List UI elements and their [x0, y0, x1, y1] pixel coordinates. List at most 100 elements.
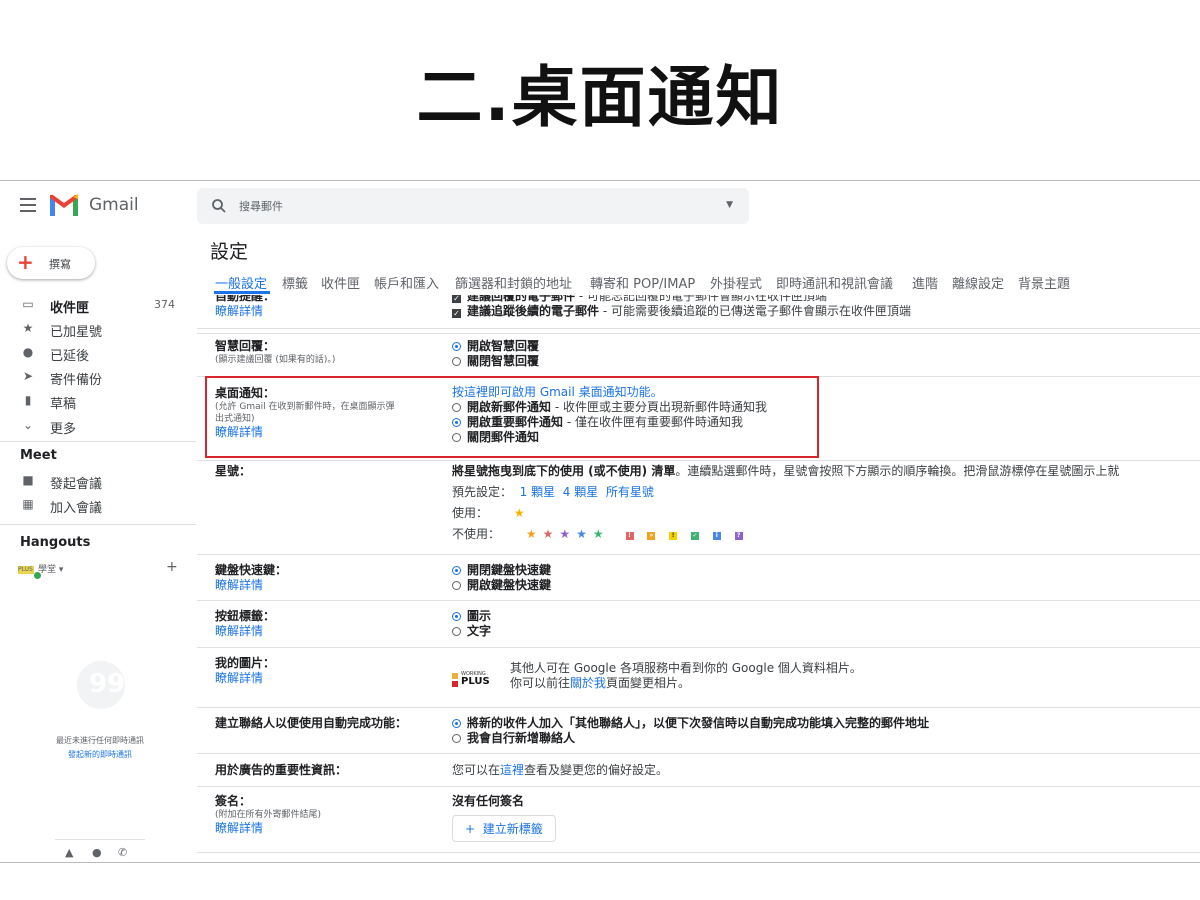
blue-info-icon[interactable]: i: [712, 532, 721, 540]
app-name: Gmail: [89, 195, 139, 215]
sidebar-item-label: 草稿: [50, 397, 77, 412]
learn-more-link[interactable]: 瞭解詳情: [215, 671, 451, 686]
yellow-bang-icon[interactable]: !: [669, 532, 678, 540]
sidebar-item-new-meeting[interactable]: ■ 發起會議: [0, 469, 190, 493]
setting-label: 簽名：: [215, 794, 252, 808]
setting-row-ads-info: 用於廣告的重要性資訊： 您可以在這裡查看及變更您的偏好設定。: [197, 754, 1200, 787]
phone-icon[interactable]: ✆: [118, 846, 127, 859]
tab-filters[interactable]: 篩選器和封鎖的地址: [455, 273, 572, 292]
hangouts-user[interactable]: PLUS 學堂 ▾: [18, 562, 63, 579]
gmail-logo-icon[interactable]: [49, 194, 79, 216]
tab-addons[interactable]: 外掛程式: [710, 273, 762, 292]
star-icon: ★: [22, 321, 34, 335]
red-star-icon[interactable]: ★: [543, 527, 560, 541]
sidebar-item-sent[interactable]: ➤ 寄件備份: [0, 365, 190, 389]
search-input[interactable]: 搜尋郵件: [239, 198, 283, 214]
menu-icon[interactable]: [20, 198, 36, 216]
sidebar-item-label: 發起會議: [50, 477, 103, 492]
shortcuts-off-radio[interactable]: 開閉鍵盤快速鍵: [452, 563, 1192, 578]
person-icon[interactable]: ▲: [65, 846, 73, 859]
setting-label: 用於廣告的重要性資訊：: [215, 763, 348, 777]
sidebar-item-inbox[interactable]: ▭ 收件匣 374: [0, 293, 190, 317]
orange-star-icon[interactable]: ★: [526, 527, 543, 541]
divider: [0, 524, 196, 525]
green-check-icon[interactable]: ✓: [690, 532, 699, 540]
purple-question-icon[interactable]: ?: [734, 532, 743, 540]
no-signature-text: 沒有任何簽名: [452, 794, 525, 808]
tab-chat-meet[interactable]: 即時通訊和視訊會議: [776, 273, 893, 292]
about-me-link[interactable]: 關於我: [570, 676, 606, 690]
create-signature-button[interactable]: + 建立新標籤: [452, 815, 556, 842]
no-chat-text: 最近未進行任何即時通訊: [56, 736, 144, 745]
tab-offline[interactable]: 離線設定: [952, 273, 1004, 292]
sidebar-item-label: 寄件備份: [50, 373, 103, 388]
stars-description: 將星號拖曳到底下的使用 (或不使用) 清單。連續點選郵件時，星號會按照下方顯示的…: [452, 464, 1120, 478]
sidebar-item-more[interactable]: ⌄ 更多: [0, 414, 190, 438]
draft-icon: ▮: [24, 393, 32, 407]
button-labels-text-radio[interactable]: 文字: [452, 624, 1192, 639]
plus-icon: +: [17, 250, 34, 274]
learn-more-link[interactable]: 瞭解詳情: [215, 821, 451, 836]
button-labels-icons-radio[interactable]: 圖示: [452, 609, 1192, 624]
checkbox-checked-icon: ✓: [452, 309, 461, 318]
tab-advanced[interactable]: 進階: [912, 273, 938, 292]
ads-preferences-link[interactable]: 這裡: [500, 763, 524, 777]
setting-label: 自動提醒：: [215, 295, 276, 303]
compose-button[interactable]: + 撰寫: [7, 247, 95, 279]
red-bang-icon[interactable]: !: [625, 532, 634, 540]
add-icon[interactable]: +: [166, 559, 178, 575]
tab-labels[interactable]: 標籤: [282, 273, 308, 292]
nudge-followup-checkbox[interactable]: ✓ 建議追蹤後續的電子郵件 - 可能需要後續追蹤的已傳送電子郵件會顯示在收件匣頂端: [452, 304, 1192, 319]
preset-all-stars-link[interactable]: 所有星號: [606, 485, 654, 499]
online-status-icon: [34, 572, 41, 579]
gmail-screenshot: Gmail 搜尋郵件 ▼ + 撰寫 ▭ 收件匣 374 ★ 已加星號 ● 已延後: [0, 180, 1200, 863]
sidebar-item-label: 加入會議: [50, 501, 103, 516]
inbox-icon: ▭: [22, 297, 34, 311]
hangouts-bottom-bar: ▲ ● ✆: [55, 839, 145, 862]
tab-general[interactable]: 一般設定: [215, 273, 267, 292]
green-star-icon[interactable]: ★: [593, 527, 610, 541]
search-icon[interactable]: [211, 198, 227, 214]
picture-description: 其他人可在 Google 各項服務中看到你的 Google 個人資料相片。: [510, 661, 862, 675]
stars-presets: 預先設定： 1 顆星 4 顆星 所有星號: [452, 485, 654, 499]
purple-star-icon[interactable]: ★: [559, 527, 576, 541]
page-title: 設定: [210, 241, 249, 263]
top-bar: Gmail 搜尋郵件 ▼: [0, 181, 1200, 229]
hangouts-heading: Hangouts: [20, 535, 91, 550]
picture-change-text: 你可以前往關於我頁面變更相片。: [510, 676, 691, 690]
search-bar[interactable]: 搜尋郵件 ▼: [197, 188, 749, 224]
blue-star-icon[interactable]: ★: [576, 527, 593, 541]
profile-picture[interactable]: WORKING PLUS: [452, 671, 490, 689]
smart-reply-off-radio[interactable]: 關閉智慧回覆: [452, 354, 1192, 369]
sidebar-item-join-meeting[interactable]: ▦ 加入會議: [0, 493, 190, 517]
tab-accounts[interactable]: 帳戶和匯入: [374, 273, 439, 292]
shortcuts-on-radio[interactable]: 開啟鍵盤快速鍵: [452, 578, 1192, 593]
preset-4-stars-link[interactable]: 4 顆星: [563, 485, 598, 499]
keyboard-icon: ▦: [22, 497, 34, 511]
smart-reply-on-radio[interactable]: 開啟智慧回覆: [452, 339, 1192, 354]
learn-more-link[interactable]: 瞭解詳情: [215, 624, 451, 639]
setting-row-stars: 星號： 將星號拖曳到底下的使用 (或不使用) 清單。連續點選郵件時，星號會按照下…: [197, 461, 1200, 555]
setting-label: 鍵盤快速鍵：: [215, 563, 288, 577]
autocomplete-auto-radio[interactable]: 將新的收件人加入「其他聯絡人」，以便下次發信時以自動完成功能填入完整的郵件地址: [452, 716, 1192, 731]
learn-more-link[interactable]: 瞭解詳情: [215, 578, 451, 593]
learn-more-link[interactable]: 瞭解詳情: [215, 304, 451, 319]
autocomplete-manual-radio[interactable]: 我會自行新增聯絡人: [452, 731, 1192, 746]
orange-guillemet-icon[interactable]: »: [647, 532, 656, 540]
preset-1-star-link[interactable]: 1 顆星: [520, 485, 555, 499]
yellow-star-icon[interactable]: ★: [514, 506, 525, 520]
chat-icon[interactable]: ●: [92, 846, 102, 859]
tab-forwarding[interactable]: 轉寄和 POP/IMAP: [590, 273, 695, 292]
search-options-icon[interactable]: ▼: [726, 200, 733, 210]
sidebar-item-starred[interactable]: ★ 已加星號: [0, 317, 190, 341]
nudge-reply-checkbox[interactable]: ✓ 建議回覆的電子郵件 - 可能忘記回覆的電子郵件會顯示在收件匣頂端: [452, 295, 1192, 304]
chat-bubble-icon: 99: [77, 661, 125, 709]
sidebar-item-drafts[interactable]: ▮ 草稿: [0, 389, 190, 413]
send-icon: ➤: [22, 369, 34, 383]
sidebar-item-snoozed[interactable]: ● 已延後: [0, 341, 190, 365]
tab-inbox[interactable]: 收件匣: [321, 273, 360, 292]
avatar: PLUS: [18, 565, 34, 574]
start-chat-link[interactable]: 發起新的即時通訊: [0, 749, 200, 760]
tab-themes[interactable]: 背景主題: [1018, 273, 1070, 292]
sidebar: + 撰寫 ▭ 收件匣 374 ★ 已加星號 ● 已延後 ➤ 寄件備份 ▮ 草稿 …: [0, 229, 196, 862]
